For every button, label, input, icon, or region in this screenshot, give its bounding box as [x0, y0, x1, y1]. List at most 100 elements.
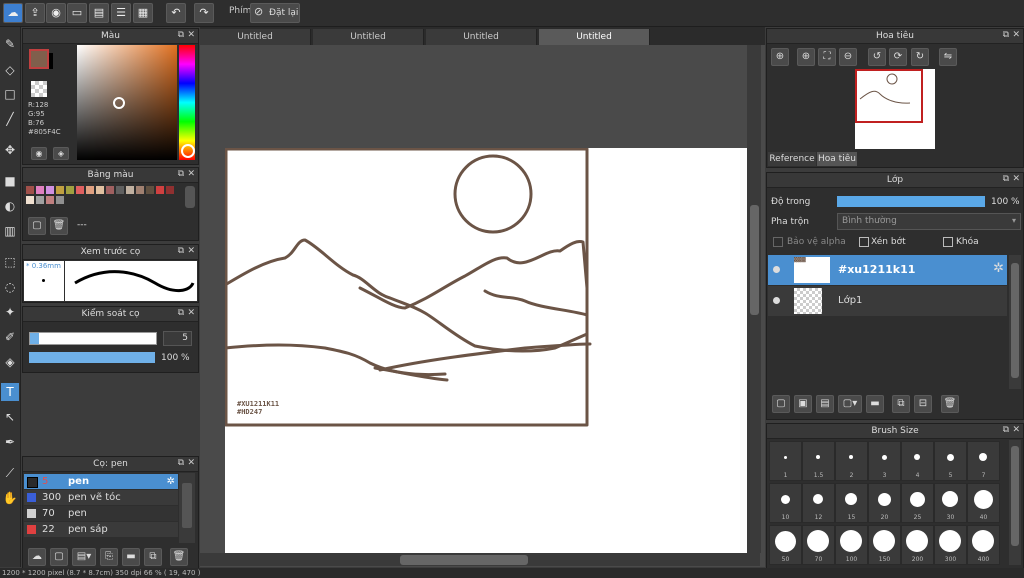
new-palette-icon[interactable]: ▢	[28, 217, 46, 235]
hue-slider[interactable]	[179, 45, 195, 160]
popout-icon[interactable]: ⧉	[178, 30, 184, 40]
layer-row[interactable]: Lớp1	[768, 286, 1007, 316]
palette-swatch[interactable]	[56, 186, 64, 194]
brush-size-cell[interactable]: 12	[802, 483, 835, 523]
brush-size-cell[interactable]: 70	[802, 525, 835, 565]
palette-swatch[interactable]	[26, 196, 34, 204]
add-layer-menu-icon[interactable]: ▢▾	[838, 395, 862, 413]
palette-swatch[interactable]	[136, 186, 144, 194]
brush-size-cell[interactable]: 5	[934, 441, 967, 481]
layer-opacity-slider[interactable]	[837, 196, 985, 207]
fill-rect-tool-icon[interactable]: ■	[1, 172, 19, 190]
brush-size-cell[interactable]: 1	[769, 441, 802, 481]
brush-size-input[interactable]: 5	[163, 331, 192, 346]
clipping-checkbox[interactable]	[859, 237, 869, 247]
rect-select-tool-icon[interactable]: ⬚	[1, 253, 19, 271]
line-tool-icon[interactable]: ╱	[1, 110, 19, 128]
zoom-plus-icon[interactable]: ⊕	[797, 48, 815, 66]
layer-row[interactable]: ▓▓▓ #xu1211k11 ✲	[768, 255, 1007, 285]
delete-palette-icon[interactable]: 🗑	[50, 217, 68, 235]
document-icon[interactable]: ▤	[89, 3, 109, 23]
palette-swatch[interactable]	[156, 186, 164, 194]
fit-icon[interactable]: ⛶	[818, 48, 836, 66]
brush-size-cell[interactable]: 40	[967, 483, 1000, 523]
brush-size-cell[interactable]: 20	[868, 483, 901, 523]
brush-list-scroll-thumb[interactable]	[182, 483, 192, 528]
horizontal-scrollbar[interactable]	[200, 553, 760, 566]
duplicate-brush-icon[interactable]: ⧉	[144, 548, 162, 566]
brush-item[interactable]: 22 pen sáp	[24, 522, 178, 537]
close-icon[interactable]: ✕	[187, 169, 195, 179]
new-layer-8bit-icon[interactable]: ▣	[794, 395, 812, 413]
bucket-tool-icon[interactable]: ◐	[1, 197, 19, 215]
text-tool-icon[interactable]: T	[1, 383, 19, 401]
brush-size-cell[interactable]: 50	[769, 525, 802, 565]
redo-icon[interactable]: ↷	[194, 3, 214, 23]
layer-scroll-thumb[interactable]	[1011, 263, 1019, 378]
gear-icon[interactable]: ✲	[167, 474, 175, 489]
new-brush-icon[interactable]: ▢	[50, 548, 68, 566]
palette-swatch[interactable]	[96, 186, 104, 194]
reset-rotate-icon[interactable]: ⟳	[889, 48, 907, 66]
palette-swatch[interactable]	[66, 186, 74, 194]
close-icon[interactable]: ✕	[187, 308, 195, 318]
brush-list-scrollbar[interactable]	[179, 473, 195, 543]
eye-icon[interactable]	[773, 266, 780, 273]
brush-size-scroll-thumb[interactable]	[1011, 446, 1019, 546]
zoom-out-icon[interactable]: ⊖	[839, 48, 857, 66]
copy-brush-icon[interactable]: ⎘	[100, 548, 118, 566]
lock-checkbox[interactable]	[943, 237, 953, 247]
popout-icon[interactable]: ⧉	[1003, 174, 1009, 184]
drawing-canvas[interactable]: #XU1211K11 #HD247	[223, 147, 747, 553]
brush-item[interactable]: 70 pen	[24, 506, 178, 521]
tab-navigator[interactable]: Hoa tiêu	[817, 152, 857, 166]
close-icon[interactable]: ✕	[1012, 425, 1020, 435]
palette-scrollbar[interactable]	[185, 186, 195, 208]
checklist-icon[interactable]: ▦	[133, 3, 153, 23]
palette-swatch[interactable]	[116, 186, 124, 194]
popout-icon[interactable]: ⧉	[1003, 30, 1009, 40]
new-layer-icon[interactable]: ▢	[772, 395, 790, 413]
tab-untitled-2[interactable]: Untitled	[313, 29, 424, 45]
comment-icon[interactable]: ▭	[67, 3, 87, 23]
palette-swatch[interactable]	[56, 196, 64, 204]
rotate-right-icon[interactable]: ↻	[911, 48, 929, 66]
vertical-scrollbar[interactable]	[747, 45, 761, 553]
brush-size-cell[interactable]: 25	[901, 483, 934, 523]
hue-cursor[interactable]	[181, 144, 195, 158]
app-logo-icon[interactable]: ☁	[3, 3, 23, 23]
popout-icon[interactable]: ⧉	[178, 246, 184, 256]
close-icon[interactable]: ✕	[1012, 30, 1020, 40]
blend-mode-select[interactable]: Bình thường ▾	[837, 213, 1021, 230]
palette-swatch[interactable]	[36, 196, 44, 204]
color-picker-cursor[interactable]	[113, 97, 125, 109]
popout-icon[interactable]: ⧉	[178, 308, 184, 318]
flip-icon[interactable]: ⇋	[939, 48, 957, 66]
duplicate-layer-icon[interactable]: ⧉	[892, 395, 910, 413]
lasso-tool-icon[interactable]: ◌	[1, 278, 19, 296]
brush-size-slider[interactable]	[29, 332, 157, 345]
close-icon[interactable]: ✕	[1012, 174, 1020, 184]
brush-size-cell[interactable]: 200	[901, 525, 934, 565]
cloud-brush-icon[interactable]: ☁	[28, 548, 46, 566]
brush-size-cell[interactable]: 15	[835, 483, 868, 523]
select-pen-tool-icon[interactable]: ✐	[1, 328, 19, 346]
color-swap-button[interactable]: ◈	[53, 147, 69, 160]
eye-icon[interactable]	[773, 297, 780, 304]
brush-size-cell[interactable]: 150	[868, 525, 901, 565]
navigator-thumbnail[interactable]	[855, 69, 935, 149]
palette-swatch[interactable]	[126, 186, 134, 194]
export-icon[interactable]: ⇪	[25, 3, 45, 23]
brush-size-cell[interactable]: 3	[868, 441, 901, 481]
palette-swatch[interactable]	[86, 186, 94, 194]
shape-tool-icon[interactable]: □	[1, 85, 19, 103]
palette-swatch[interactable]	[106, 186, 114, 194]
brush-item[interactable]: 300 pen vẽ tóc	[24, 490, 178, 505]
brush-folder-icon[interactable]: ▬	[122, 548, 140, 566]
dropper-tool-icon[interactable]: ✒	[1, 433, 19, 451]
brush-size-cell[interactable]: 7	[967, 441, 1000, 481]
popout-icon[interactable]: ⧉	[1003, 425, 1009, 435]
palette-swatch[interactable]	[26, 186, 34, 194]
brush-opacity-slider[interactable]	[29, 352, 155, 363]
brush-menu-icon[interactable]: ▤▾	[72, 548, 96, 566]
